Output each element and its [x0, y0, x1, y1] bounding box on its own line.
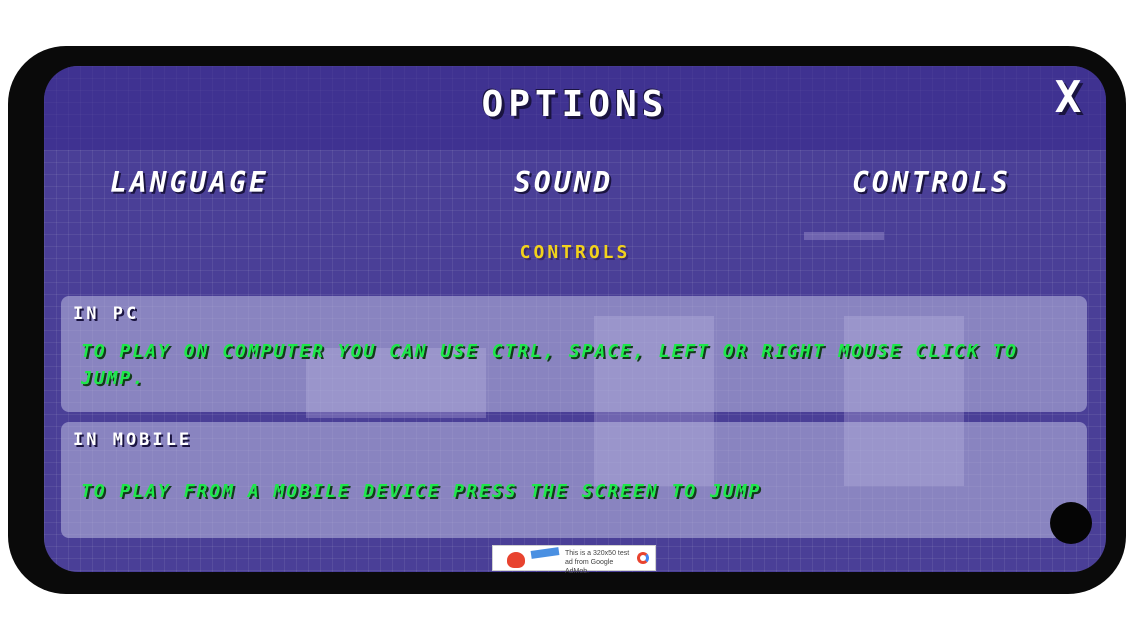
ad-mascot-icon	[507, 552, 525, 568]
panel-label: IN MOBILE	[73, 430, 193, 450]
mobile-controls-panel: IN MOBILE TO PLAY FROM A MOBILE DEVICE P…	[61, 422, 1087, 538]
options-tabs: LANGUAGE SOUND CONTROLS	[44, 166, 1106, 206]
admob-logo-icon	[637, 552, 649, 564]
panel-label: IN PC	[73, 304, 140, 324]
panel-text: TO PLAY ON COMPUTER YOU CAN USE CTRL, SP…	[81, 341, 1019, 389]
tab-language[interactable]: LANGUAGE	[110, 166, 269, 199]
tab-sound[interactable]: SOUND	[514, 166, 613, 199]
ad-text: This is a 320x50 test ad from Google AdM…	[565, 550, 630, 575]
ad-ribbon-icon	[530, 547, 560, 559]
tab-controls[interactable]: CONTROLS	[852, 166, 1011, 199]
bg-platform	[804, 232, 884, 240]
panel-text: TO PLAY FROM A MOBILE DEVICE PRESS THE S…	[81, 481, 762, 502]
pc-controls-panel: IN PC TO PLAY ON COMPUTER YOU CAN USE CT…	[61, 296, 1087, 412]
close-button[interactable]: X	[1044, 74, 1092, 122]
section-title: CONTROLS	[519, 242, 631, 263]
game-screen: OPTIONS X LANGUAGE SOUND CONTROLS CONTRO…	[44, 66, 1106, 572]
floating-action-button[interactable]	[1050, 502, 1092, 544]
page-title: OPTIONS	[481, 84, 669, 125]
ad-banner[interactable]: This is a 320x50 test ad from Google AdM…	[492, 545, 656, 575]
